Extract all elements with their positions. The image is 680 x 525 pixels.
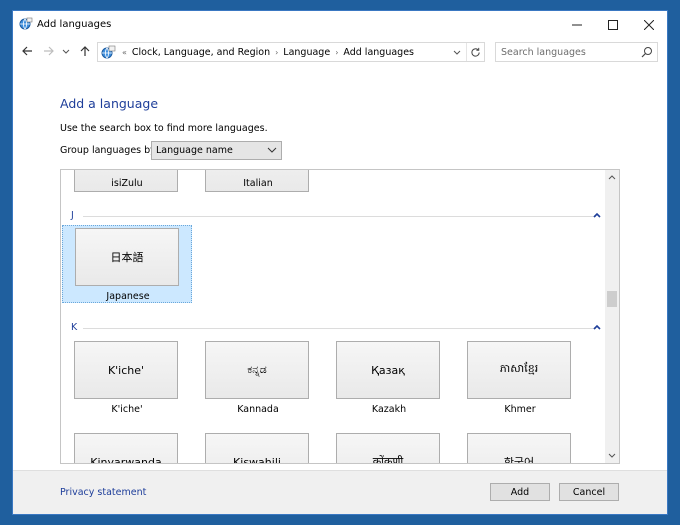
forward-arrow-icon (44, 46, 54, 56)
language-tile-konkani[interactable]: कोंकणी (324, 431, 454, 464)
dialog-footer: Privacy statement Add Cancel (13, 470, 667, 514)
language-tile-script: Kiswahili (233, 456, 281, 464)
scroll-down-button[interactable] (605, 449, 619, 463)
language-tile-preview: Қазақ (336, 341, 440, 399)
add-button[interactable]: Add (490, 483, 550, 501)
maximize-icon (608, 20, 618, 30)
language-tile-script: 한국어 (503, 456, 535, 464)
back-arrow-icon (22, 46, 32, 56)
language-name: Japanese (106, 291, 150, 302)
section-collapse-button[interactable] (591, 209, 603, 221)
language-name: Italian (243, 178, 273, 189)
refresh-button[interactable] (466, 43, 484, 61)
privacy-statement-link[interactable]: Privacy statement (60, 487, 146, 498)
section-divider (83, 216, 596, 217)
search-hint-text: Use the search box to find more language… (60, 123, 268, 134)
scrollbar-thumb[interactable] (607, 291, 617, 307)
language-tile-script: Kinyarwanda (90, 456, 162, 464)
language-name: Kazakh (371, 404, 407, 415)
up-arrow-icon (80, 46, 90, 56)
language-tile-preview: 日本語 (75, 228, 179, 286)
search-box[interactable] (495, 42, 658, 62)
address-history-dropdown[interactable] (450, 45, 464, 59)
maximize-button[interactable] (595, 11, 631, 39)
language-tile-preview: ಕನ್ನಡ (205, 341, 309, 399)
chevron-down-icon (267, 147, 277, 153)
language-tile-kiche[interactable]: K'iche' K'iche' (62, 339, 192, 417)
chevron-up-icon (593, 324, 601, 330)
breadcrumb-separator-icon[interactable]: › (333, 48, 340, 57)
language-list[interactable]: isiZulu Italian J 日本語 Japanese K K'iche'… (60, 169, 620, 464)
language-tile-japanese[interactable]: 日本語 Japanese (62, 225, 192, 303)
group-by-label: Group languages by: (60, 145, 159, 156)
title-bar: Add languages (13, 11, 667, 39)
language-globe-icon (19, 17, 33, 30)
language-tile-preview: 한국어 (467, 433, 571, 464)
navigation-bar: « Clock, Language, and Region › Language… (13, 39, 667, 65)
language-tile-preview: Kinyarwanda (74, 433, 178, 464)
language-tile-script: कोंकणी (372, 455, 404, 464)
minimize-button[interactable] (559, 11, 595, 39)
search-icon[interactable] (641, 46, 653, 58)
search-input[interactable] (501, 46, 636, 58)
language-tile-italian[interactable]: Italian (193, 170, 323, 210)
language-tile-korean[interactable]: 한국어 (455, 431, 585, 464)
scroll-up-button[interactable] (605, 170, 619, 184)
cancel-button[interactable]: Cancel (559, 483, 619, 501)
close-icon (644, 20, 654, 30)
recent-locations-button[interactable] (61, 43, 71, 59)
chevron-up-icon (608, 175, 616, 180)
breadcrumb-separator-icon[interactable]: › (273, 48, 280, 57)
address-bar[interactable]: « Clock, Language, and Region › Language… (97, 42, 485, 62)
breadcrumb: « Clock, Language, and Region › Language… (120, 47, 417, 58)
language-tile-preview: ភាសាខ្មែរ (467, 341, 571, 399)
breadcrumb-clock-language-region[interactable]: Clock, Language, and Region (129, 47, 273, 58)
close-button[interactable] (631, 11, 667, 39)
language-name: Kannada (237, 404, 279, 415)
language-tile-preview: K'iche' (74, 341, 178, 399)
breadcrumb-overflow[interactable]: « (120, 48, 129, 57)
language-tile-khmer[interactable]: ភាសាខ្មែរ Khmer (455, 339, 585, 417)
window-title: Add languages (37, 19, 112, 30)
language-tile-preview: Kiswahili (205, 433, 309, 464)
minimize-icon (572, 24, 582, 26)
language-tile-kinyarwanda[interactable]: Kinyarwanda (62, 431, 192, 464)
refresh-icon (471, 47, 480, 57)
section-collapse-button[interactable] (591, 321, 603, 333)
language-tile-isizulu[interactable]: isiZulu (62, 170, 192, 210)
breadcrumb-add-languages[interactable]: Add languages (340, 47, 417, 58)
page-title: Add a language (60, 96, 159, 111)
section-letter: J (71, 210, 74, 221)
language-name: isiZulu (111, 178, 143, 189)
language-tile-preview: कोंकणी (336, 433, 440, 464)
control-panel-icon (101, 45, 116, 59)
chevron-down-icon (608, 453, 616, 458)
group-by-value: Language name (156, 145, 233, 156)
chevron-up-icon (593, 212, 601, 218)
group-by-dropdown[interactable]: Language name (151, 141, 282, 160)
forward-button[interactable] (41, 43, 57, 59)
language-name: K'iche' (111, 404, 143, 415)
chevron-down-icon (62, 49, 70, 54)
add-languages-window: Add languages « Clock, Language, and Reg… (12, 10, 668, 515)
section-divider (83, 328, 596, 329)
back-button[interactable] (19, 43, 35, 59)
section-header-j: J (71, 210, 601, 222)
section-letter: K (71, 322, 78, 333)
chevron-down-icon (453, 50, 461, 55)
language-tile-kazakh[interactable]: Қазақ Kazakh (324, 339, 454, 417)
language-name: Khmer (504, 404, 536, 415)
vertical-scrollbar[interactable] (605, 170, 619, 463)
breadcrumb-language[interactable]: Language (280, 47, 333, 58)
language-tile-kannada[interactable]: ಕನ್ನಡ Kannada (193, 339, 323, 417)
section-header-k: K (71, 322, 601, 334)
language-tile-kiswahili[interactable]: Kiswahili (193, 431, 323, 464)
up-button[interactable] (77, 43, 93, 59)
